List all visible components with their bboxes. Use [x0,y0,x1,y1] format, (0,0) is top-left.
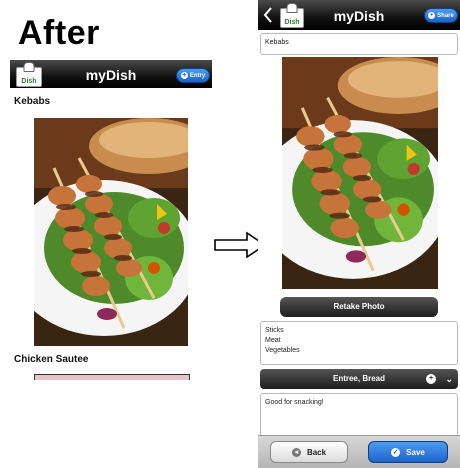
app-logo-icon: Dish [280,3,304,28]
chevron-down-icon: ⌄ [445,374,453,384]
app-logo-icon: Dish [16,62,42,87]
share-button[interactable]: • Share [424,8,458,23]
ingredient-line: Sticks [265,327,284,334]
share-button-label: Share [437,12,454,19]
app-title: myDish [85,67,137,83]
plus-icon: + [180,72,188,79]
category-select[interactable]: Entree, Bread + ⌄ [260,369,458,389]
add-entry-button[interactable]: + Entry [176,68,210,83]
dish-photo-partial[interactable] [34,374,190,380]
notes-textarea[interactable]: Good for snacking! [260,393,458,437]
after-heading: After [18,14,100,52]
list-screen: Dish myDish + Entry Kebabs Chicken Saute… [10,60,212,380]
back-button[interactable]: ◂ Back [270,441,348,463]
back-chevron-icon[interactable] [262,6,274,24]
app-title: myDish [333,8,385,24]
list-item-title: Chicken Sautee [14,354,89,365]
ingredients-textarea[interactable]: Sticks Meat Vegetables [260,321,458,365]
notes-value: Good for snacking! [265,399,324,406]
top-nav-bar: Dish myDish • Share [258,0,460,30]
dish-name-input[interactable]: Kebabs [260,33,458,55]
dish-name-value: Kebabs [265,39,289,46]
share-icon: • [428,12,436,19]
save-button-label: Save [406,447,425,457]
dish-photo[interactable] [34,118,188,346]
info-icon: + [426,374,436,384]
retake-photo-label: Retake Photo [333,302,385,311]
category-value: Entree, Bread [332,374,386,383]
logo-text: Dish [284,19,300,26]
list-item-title: Kebabs [14,96,51,107]
entry-button-label: Entry [189,72,206,79]
back-arrow-icon: ◂ [291,447,301,457]
save-button[interactable]: ✓ Save [368,441,448,463]
retake-photo-button[interactable]: Retake Photo [280,297,438,317]
checkmark-icon: ✓ [391,447,401,457]
dish-photo[interactable] [282,57,438,289]
edit-screen: Dish myDish • Share Kebabs Retake Photo … [258,0,460,468]
back-button-label: Back [306,447,327,457]
bottom-toolbar: ◂ Back ✓ Save [258,435,460,468]
ingredient-line: Vegetables [265,347,300,354]
ingredient-line: Meat [265,337,281,344]
logo-text: Dish [21,78,37,85]
top-nav-bar: Dish myDish + Entry [10,60,212,88]
